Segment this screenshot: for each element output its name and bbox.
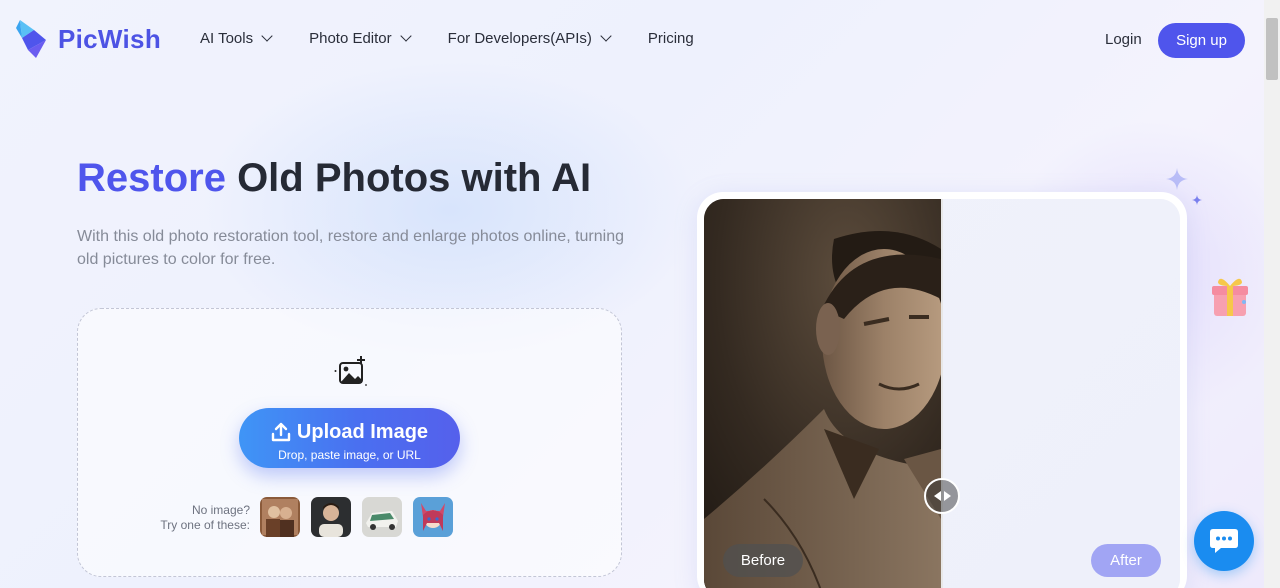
nav-ai-tools[interactable]: AI Tools bbox=[200, 30, 273, 47]
after-label: After bbox=[1091, 544, 1161, 577]
sample-label-line1: No image? bbox=[191, 503, 250, 517]
gift-icon[interactable] bbox=[1210, 274, 1250, 318]
sample-car-photo[interactable] bbox=[362, 497, 402, 537]
upload-icon bbox=[271, 422, 291, 442]
chat-support-button[interactable] bbox=[1194, 511, 1254, 571]
chevron-down-icon bbox=[399, 30, 412, 42]
nav-photo-editor-label: Photo Editor bbox=[309, 30, 392, 47]
before-after-panel: Before After bbox=[697, 192, 1187, 588]
before-label: Before bbox=[723, 544, 803, 577]
sample-portrait-photo[interactable] bbox=[311, 497, 351, 537]
nav-pricing[interactable]: Pricing bbox=[648, 30, 694, 47]
page-scrollbar[interactable] bbox=[1264, 0, 1280, 588]
page-title-accent: Restore bbox=[77, 156, 226, 200]
comparison-viewport: Before After bbox=[704, 199, 1180, 588]
upload-dropzone[interactable]: Upload Image Drop, paste image, or URL N… bbox=[77, 308, 622, 577]
comparison-slider-handle[interactable] bbox=[924, 478, 960, 514]
sample-images-label: No image? Try one of these: bbox=[146, 503, 250, 533]
add-image-icon bbox=[334, 356, 367, 386]
nav-pricing-label: Pricing bbox=[647, 30, 694, 47]
signup-button[interactable]: Sign up bbox=[1158, 23, 1245, 58]
site-header: PicWish AI Tools Photo Editor For Develo… bbox=[0, 0, 1264, 80]
chat-bubble-icon bbox=[1210, 529, 1238, 553]
upload-button-hint: Drop, paste image, or URL bbox=[278, 447, 421, 462]
old-portrait-picture bbox=[704, 199, 941, 588]
sparkle-icon bbox=[1166, 168, 1188, 190]
scrollbar-thumb[interactable] bbox=[1266, 18, 1278, 80]
chevron-down-icon bbox=[600, 30, 612, 42]
before-image bbox=[704, 199, 941, 588]
page-title-rest: Old Photos with AI bbox=[225, 156, 592, 200]
chevron-down-icon bbox=[261, 30, 273, 42]
brand-logo[interactable]: PicWish bbox=[16, 18, 161, 60]
sparkle-icon bbox=[1192, 195, 1202, 205]
arrow-left-icon bbox=[933, 491, 941, 501]
page-subtitle: With this old photo restoration tool, re… bbox=[77, 228, 624, 268]
upload-image-button[interactable]: Upload Image Drop, paste image, or URL bbox=[239, 408, 460, 468]
arrow-right-icon bbox=[943, 491, 951, 501]
nav-developers[interactable]: For Developers(APIs) bbox=[447, 30, 612, 47]
nav-photo-editor[interactable]: Photo Editor bbox=[309, 30, 412, 47]
sample-couple-photo[interactable] bbox=[260, 497, 300, 537]
comparison-divider bbox=[941, 199, 943, 588]
login-link[interactable]: Login bbox=[1105, 31, 1142, 48]
nav-developers-label: For Developers(APIs) bbox=[447, 30, 592, 47]
main-nav: AI Tools Photo Editor For Developers(API… bbox=[200, 30, 732, 47]
brand-name: PicWish bbox=[58, 23, 162, 54]
sample-images bbox=[260, 497, 453, 537]
upload-button-label: Upload Image bbox=[296, 420, 429, 443]
sample-anime-girl-photo[interactable] bbox=[413, 497, 453, 537]
nav-ai-tools-label: AI Tools bbox=[200, 30, 254, 47]
page-title: Restore Old Photos with AI bbox=[77, 156, 591, 201]
sample-label-line2: Try one of these: bbox=[160, 518, 250, 532]
picwish-logo-icon bbox=[16, 20, 46, 58]
